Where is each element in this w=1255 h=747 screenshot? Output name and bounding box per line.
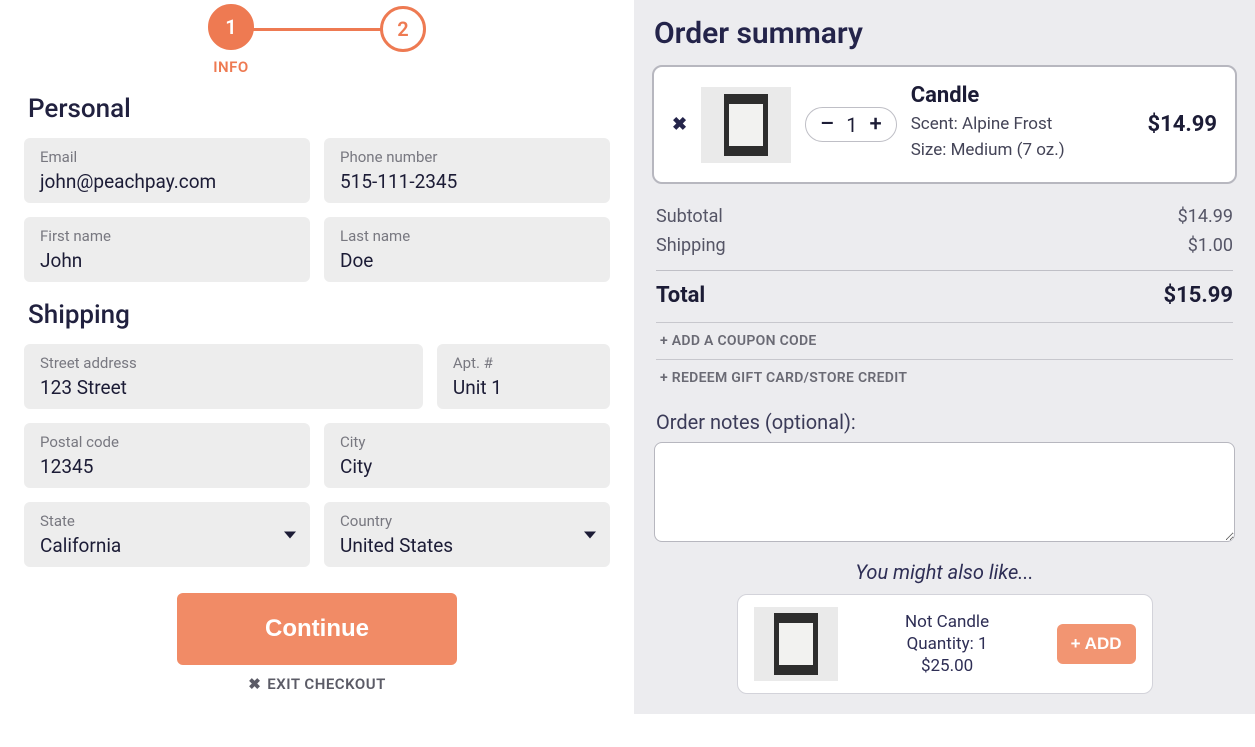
last-name-label: Last name: [340, 227, 594, 245]
exit-label: EXIT CHECKOUT: [267, 675, 386, 693]
subtotal-value: $14.99: [1178, 206, 1233, 227]
step-1-label: INFO: [213, 58, 249, 76]
item-price: $14.99: [1148, 112, 1218, 137]
suggestion-card: Not Candle Quantity: 1 $25.00 + ADD: [737, 594, 1153, 694]
first-name-field[interactable]: First name John: [24, 217, 310, 282]
increment-button[interactable]: +: [869, 112, 881, 137]
redeem-gift-card-link[interactable]: + REDEEM GIFT CARD/STORE CREDIT: [656, 359, 1233, 396]
quantity-value: 1: [846, 113, 857, 137]
cart-item: ✖ – 1 + Candle Scent: Alpine Frost Size:…: [652, 65, 1237, 184]
add-suggestion-button[interactable]: + ADD: [1057, 624, 1136, 664]
product-thumbnail: [701, 87, 791, 163]
city-field[interactable]: City City: [324, 423, 610, 488]
email-value: john@peachpay.com: [40, 170, 294, 193]
postal-label: Postal code: [40, 433, 294, 451]
item-name: Candle: [911, 83, 1134, 108]
first-name-label: First name: [40, 227, 294, 245]
add-coupon-link[interactable]: + ADD A COUPON CODE: [656, 322, 1233, 359]
subtotal-row: Subtotal $14.99: [656, 202, 1233, 231]
shipping-value: $1.00: [1188, 235, 1233, 256]
item-size: Size: Medium (7 oz.): [911, 140, 1134, 160]
state-select[interactable]: State California: [24, 502, 310, 567]
state-label: State: [40, 512, 274, 530]
step-1[interactable]: 1: [208, 4, 254, 50]
checkout-stepper: 1 INFO 2: [20, 4, 614, 76]
suggestion-price: $25.00: [854, 656, 1041, 676]
shipping-row: Shipping $1.00: [656, 231, 1233, 260]
phone-field[interactable]: Phone number 515-111-2345: [324, 138, 610, 203]
quantity-stepper: – 1 +: [805, 107, 897, 142]
postal-value: 12345: [40, 455, 294, 478]
decrement-button[interactable]: –: [820, 112, 834, 137]
street-value: 123 Street: [40, 376, 407, 399]
order-notes-textarea[interactable]: [654, 442, 1235, 542]
suggestions-title: You might also like...: [652, 560, 1237, 584]
close-icon: ✖: [248, 675, 261, 693]
step-2[interactable]: 2: [380, 6, 426, 52]
apt-field[interactable]: Apt. # Unit 1: [437, 344, 610, 409]
chevron-down-icon: [284, 531, 296, 538]
continue-button[interactable]: Continue: [177, 593, 457, 665]
suggestion-name: Not Candle: [854, 612, 1041, 632]
last-name-value: Doe: [340, 249, 594, 272]
chevron-down-icon: [584, 531, 596, 538]
order-summary-title: Order summary: [654, 16, 1237, 51]
street-field[interactable]: Street address 123 Street: [24, 344, 423, 409]
phone-label: Phone number: [340, 148, 594, 166]
email-label: Email: [40, 148, 294, 166]
total-value: $15.99: [1164, 283, 1234, 308]
first-name-value: John: [40, 249, 294, 272]
shipping-section-title: Shipping: [28, 300, 614, 330]
street-label: Street address: [40, 354, 407, 372]
total-label: Total: [656, 283, 705, 308]
item-scent: Scent: Alpine Frost: [911, 114, 1134, 134]
remove-item-button[interactable]: ✖: [672, 114, 687, 135]
suggestion-qty: Quantity: 1: [854, 634, 1041, 654]
subtotal-label: Subtotal: [656, 206, 723, 227]
last-name-field[interactable]: Last name Doe: [324, 217, 610, 282]
state-value: California: [40, 534, 274, 557]
step-connector: [252, 28, 382, 31]
apt-label: Apt. #: [453, 354, 594, 372]
city-label: City: [340, 433, 594, 451]
country-value: United States: [340, 534, 574, 557]
personal-section-title: Personal: [28, 94, 614, 124]
order-notes-label: Order notes (optional):: [656, 410, 1233, 434]
shipping-label: Shipping: [656, 235, 726, 256]
exit-checkout-link[interactable]: ✖ EXIT CHECKOUT: [20, 675, 614, 693]
country-select[interactable]: Country United States: [324, 502, 610, 567]
total-row: Total $15.99: [656, 270, 1233, 312]
email-field[interactable]: Email john@peachpay.com: [24, 138, 310, 203]
postal-field[interactable]: Postal code 12345: [24, 423, 310, 488]
phone-value: 515-111-2345: [340, 170, 594, 193]
apt-value: Unit 1: [453, 376, 594, 399]
country-label: Country: [340, 512, 574, 530]
city-value: City: [340, 455, 594, 478]
suggestion-thumbnail: [754, 607, 838, 681]
